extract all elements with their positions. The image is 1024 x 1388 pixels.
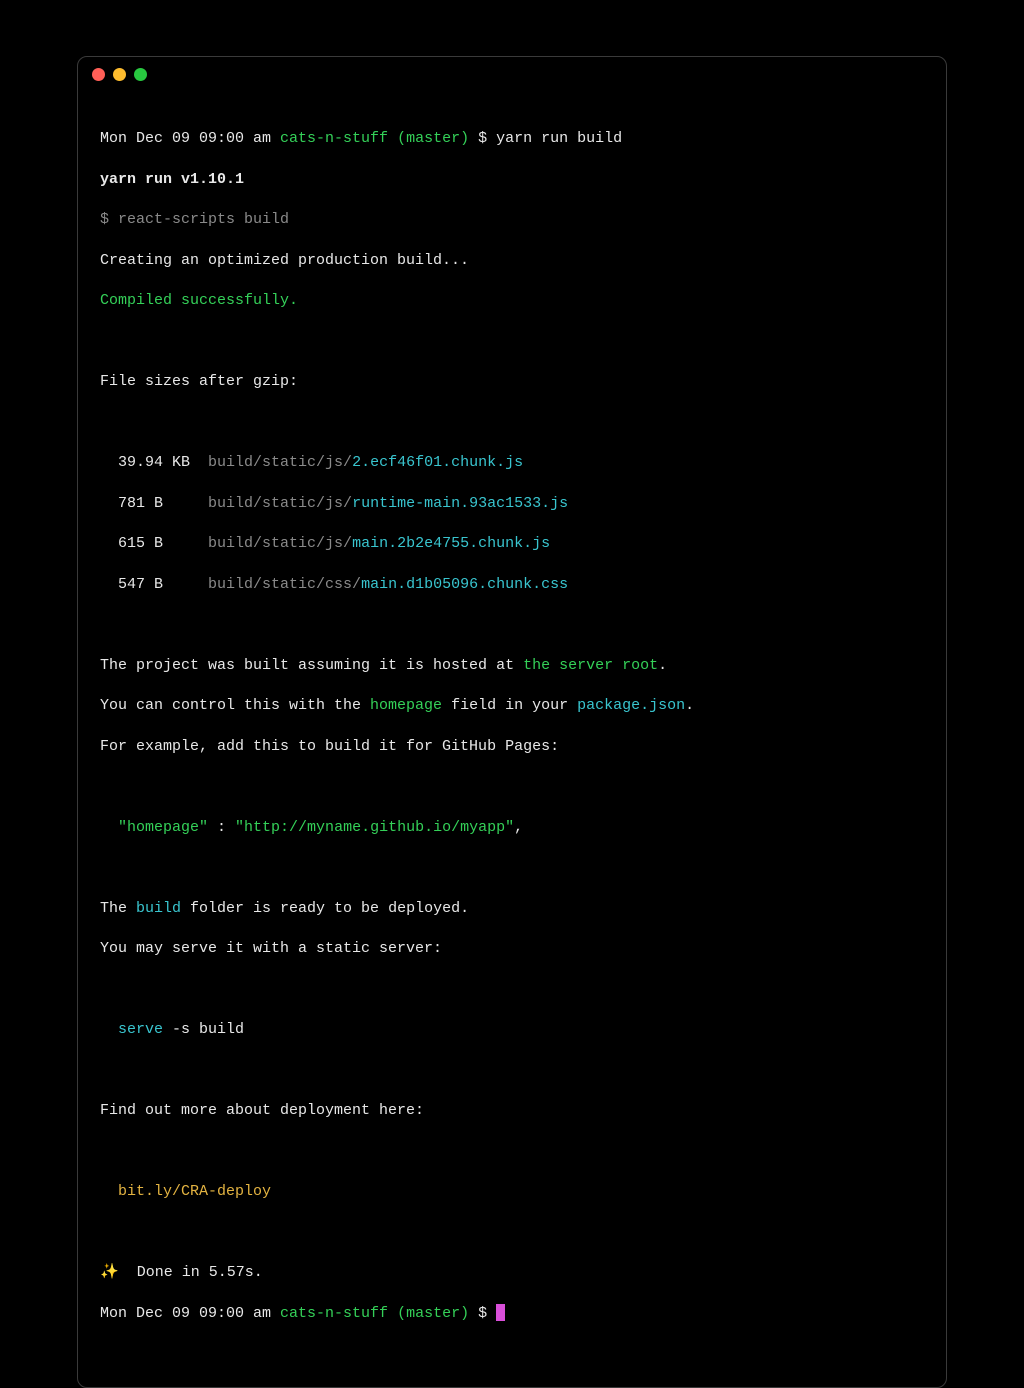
minimize-icon[interactable] — [113, 68, 126, 81]
file-size: 781 B — [118, 494, 199, 514]
prompt-branch: (master) — [388, 130, 469, 147]
prompt-separator: $ — [469, 1305, 496, 1322]
text: . — [685, 697, 694, 714]
file-row: 781 B build/static/js/runtime-main.93ac1… — [100, 494, 924, 514]
file-row: 547 B build/static/css/main.d1b05096.chu… — [100, 575, 924, 595]
blank-line — [100, 1061, 924, 1081]
maximize-icon[interactable] — [134, 68, 147, 81]
file-name: runtime-main.93ac1533.js — [352, 495, 568, 512]
blank-line — [100, 980, 924, 1000]
prompt-branch: (master) — [388, 1305, 469, 1322]
text: You can control this with the — [100, 697, 370, 714]
file-row: 39.94 KB build/static/js/2.ecf46f01.chun… — [100, 453, 924, 473]
find-out-more: Find out more about deployment here: — [100, 1101, 924, 1121]
file-row: 615 B build/static/js/main.2b2e4755.chun… — [100, 534, 924, 554]
file-path: build/static/js/ — [208, 495, 352, 512]
indent — [100, 454, 118, 471]
deploy-link-line: bit.ly/CRA-deploy — [100, 1182, 924, 1202]
indent — [100, 495, 118, 512]
file-path: build/static/js/ — [208, 535, 352, 552]
done-text: Done in 5.57s. — [119, 1264, 263, 1281]
homepage-example: "homepage" : "http://myname.github.io/my… — [100, 818, 924, 838]
prompt-line: Mon Dec 09 09:00 am cats-n-stuff (master… — [100, 1304, 924, 1324]
indent — [100, 1021, 118, 1038]
hosted-info: The project was built assuming it is hos… — [100, 656, 924, 676]
window-titlebar — [78, 57, 946, 91]
blank-line — [100, 332, 924, 352]
colon: : — [208, 819, 235, 836]
done-line: ✨ Done in 5.57s. — [100, 1263, 924, 1283]
text: . — [658, 657, 667, 674]
indent — [100, 576, 118, 593]
blank-line — [100, 858, 924, 878]
prompt-separator: $ — [469, 130, 496, 147]
file-name: main.d1b05096.chunk.css — [361, 576, 568, 593]
serve-command: serve -s build — [100, 1020, 924, 1040]
indent — [100, 819, 118, 836]
yarn-version: yarn run v1.10.1 — [100, 170, 924, 190]
terminal-window: Mon Dec 09 09:00 am cats-n-stuff (master… — [77, 56, 947, 1388]
text: The project was built assuming it is hos… — [100, 657, 523, 674]
indent — [100, 1183, 118, 1200]
homepage-key: "homepage" — [118, 819, 208, 836]
blank-line — [100, 1142, 924, 1162]
build-folder: build — [136, 900, 181, 917]
prompt-repo: cats-n-stuff — [280, 130, 388, 147]
comma: , — [514, 819, 523, 836]
file-name: main.2b2e4755.chunk.js — [352, 535, 550, 552]
serve-cmd: serve — [118, 1021, 163, 1038]
prompt-repo: cats-n-stuff — [280, 1305, 388, 1322]
file-size: 615 B — [118, 534, 199, 554]
file-name: 2.ecf46f01.chunk.js — [352, 454, 523, 471]
indent — [100, 535, 118, 552]
text: folder is ready to be deployed. — [181, 900, 469, 917]
text: The — [100, 900, 136, 917]
blank-line — [100, 777, 924, 797]
homepage-info: You can control this with the homepage f… — [100, 696, 924, 716]
file-sizes-header: File sizes after gzip: — [100, 372, 924, 392]
blank-line — [100, 615, 924, 635]
deploy-ready: The build folder is ready to be deployed… — [100, 899, 924, 919]
server-root: the server root — [523, 657, 658, 674]
creating-build: Creating an optimized production build..… — [100, 251, 924, 271]
serve-args: -s build — [163, 1021, 244, 1038]
terminal-output[interactable]: Mon Dec 09 09:00 am cats-n-stuff (master… — [78, 91, 946, 1387]
compiled-success: Compiled successfully. — [100, 291, 924, 311]
cursor[interactable] — [496, 1304, 505, 1321]
blank-line — [100, 1223, 924, 1243]
script-command: $ react-scripts build — [100, 210, 924, 230]
static-server-info: You may serve it with a static server: — [100, 939, 924, 959]
package-json: package.json — [577, 697, 685, 714]
homepage-value: "http://myname.github.io/myapp" — [235, 819, 514, 836]
file-path: build/static/js/ — [208, 454, 352, 471]
sparkles-icon: ✨ — [100, 1264, 119, 1281]
example-info: For example, add this to build it for Gi… — [100, 737, 924, 757]
file-size: 547 B — [118, 575, 199, 595]
blank-line — [100, 413, 924, 433]
prompt-datetime: Mon Dec 09 09:00 am — [100, 130, 280, 147]
prompt-line: Mon Dec 09 09:00 am cats-n-stuff (master… — [100, 129, 924, 149]
deploy-link: bit.ly/CRA-deploy — [118, 1183, 271, 1200]
prompt-datetime: Mon Dec 09 09:00 am — [100, 1305, 280, 1322]
close-icon[interactable] — [92, 68, 105, 81]
file-path: build/static/css/ — [208, 576, 361, 593]
homepage-field: homepage — [370, 697, 442, 714]
file-size: 39.94 KB — [118, 453, 199, 473]
text: field in your — [442, 697, 577, 714]
command-text: yarn run build — [496, 130, 622, 147]
